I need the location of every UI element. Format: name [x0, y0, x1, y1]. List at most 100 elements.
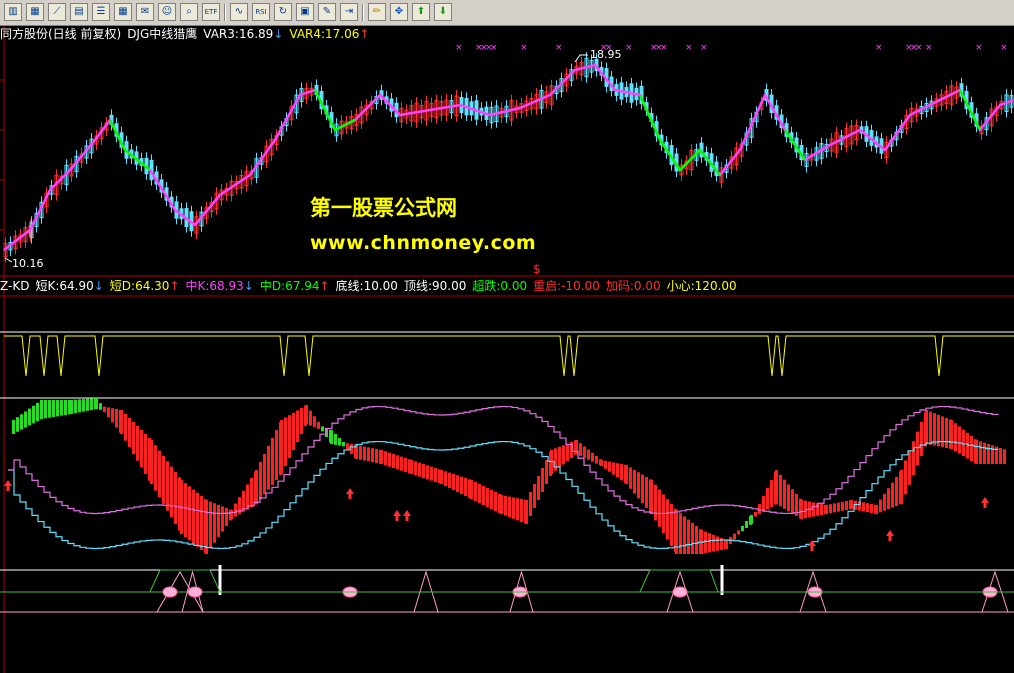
kd-bar	[600, 460, 603, 466]
title-part: 顶线:90.00	[403, 279, 467, 293]
kd-bar	[987, 444, 990, 464]
kd-bar	[558, 446, 561, 468]
kd-bar	[24, 411, 27, 428]
kd-bar	[508, 496, 511, 518]
kd-bar	[912, 441, 915, 476]
candle-chart-icon[interactable]: ▥	[4, 3, 22, 21]
title-part: Z-KD	[0, 279, 30, 293]
grid-alt-icon[interactable]: ▦	[114, 3, 132, 21]
kd-bar	[317, 421, 320, 429]
tools-icon[interactable]: ✎	[318, 3, 336, 21]
kd-bar	[460, 476, 463, 494]
kd-bar	[288, 415, 291, 458]
report-icon[interactable]: ☰	[92, 3, 110, 21]
compare-icon[interactable]: ▣	[296, 3, 314, 21]
kd-bar	[908, 450, 911, 485]
kd-bar	[434, 468, 437, 482]
wave-icon[interactable]: ∿	[230, 3, 248, 21]
kd-bar	[448, 472, 451, 488]
kd-bar	[979, 441, 982, 464]
kd-bar	[334, 434, 337, 445]
kd-bar	[154, 445, 157, 491]
kd-bar	[512, 497, 515, 519]
kd-bar	[591, 452, 594, 462]
x-mark: ×	[555, 43, 563, 53]
line-chart-icon[interactable]: ⟋	[48, 3, 66, 21]
down-arrow-icon[interactable]: ⬇	[434, 3, 452, 21]
kd-bar	[74, 399, 77, 414]
kd-bar	[625, 465, 628, 484]
kd-bar	[583, 446, 586, 458]
kd-bar	[103, 406, 106, 413]
kd-bar	[783, 479, 786, 509]
kd-bar	[650, 480, 653, 514]
kd-bar	[695, 526, 698, 554]
kd-bar	[800, 500, 803, 519]
pen-icon[interactable]: ✏	[368, 3, 386, 21]
kd-bar	[900, 470, 903, 504]
kd-bar	[1003, 449, 1006, 464]
ma-down-segment	[638, 94, 721, 176]
title-part: 重启:-10.00	[533, 279, 600, 293]
grid-icon[interactable]: ▤	[70, 3, 88, 21]
kd-bar	[637, 472, 640, 499]
title-part: VAR3:16.89	[203, 27, 274, 41]
move-icon[interactable]: ✥	[390, 3, 408, 21]
kd-bar	[595, 456, 598, 464]
rsi-icon[interactable]: RSI	[252, 3, 270, 21]
kd-bar	[64, 400, 67, 415]
kd-bar	[313, 416, 316, 428]
kd-bar	[44, 400, 47, 419]
kd-bar	[916, 431, 919, 466]
low-marker	[4, 257, 13, 263]
kd-bar	[482, 486, 485, 505]
refresh-icon[interactable]: ↻	[274, 3, 292, 21]
table-icon[interactable]: ▦	[26, 3, 44, 21]
kd-bar	[440, 470, 443, 484]
kd-bar	[708, 533, 711, 553]
title-part: 短K:64.90	[35, 279, 94, 293]
kd-bar	[658, 489, 661, 527]
kd-bar	[170, 466, 173, 518]
buy-arrow	[4, 480, 12, 491]
kd-bar	[883, 493, 886, 511]
kd-bar	[158, 450, 161, 498]
kd-bar	[263, 454, 266, 495]
kd-bar	[300, 408, 303, 434]
kd-bar	[490, 490, 493, 509]
buy-arrow	[886, 530, 894, 541]
chart-canvas[interactable]: × ×××× × × ×× × ××× × × × ××× × × ×	[0, 26, 1014, 673]
title-part: 中D:67.94	[259, 279, 320, 293]
kd-bar	[929, 411, 932, 445]
enter-icon[interactable]: ⇥	[340, 3, 358, 21]
kd-bar	[562, 445, 565, 465]
kd-bar	[954, 423, 957, 452]
kd-bar	[641, 474, 644, 504]
mail-icon[interactable]: ✉	[136, 3, 154, 21]
kd-bar	[520, 499, 523, 522]
magnifier-icon[interactable]: ⌕	[180, 3, 198, 21]
kd-bar	[111, 408, 114, 423]
x-mark: ×	[975, 43, 983, 53]
kd-bar	[645, 477, 648, 508]
x-mark: ×	[925, 43, 933, 53]
buy-arrow	[393, 510, 401, 521]
kd-bar	[363, 446, 366, 461]
title-part: 加码:0.00	[605, 279, 661, 293]
buy-arrow	[981, 497, 989, 508]
up-arrow-icon[interactable]: ⬆	[412, 3, 430, 21]
etf-icon[interactable]: ETF	[202, 3, 220, 21]
title-part: 超跌:0.00	[472, 279, 528, 293]
diamond-marker	[187, 586, 203, 598]
kd-bar	[359, 445, 362, 460]
people-icon[interactable]: ☺	[158, 3, 176, 21]
kd-bar	[545, 460, 548, 484]
kd-bar	[132, 422, 135, 454]
kd-bar	[525, 500, 528, 524]
kd-bar	[456, 475, 459, 492]
kd-bar	[775, 470, 778, 504]
kd-bar	[766, 488, 769, 510]
kd-bar	[787, 484, 790, 512]
kd-bar	[845, 501, 848, 510]
kd-bar	[904, 460, 907, 495]
